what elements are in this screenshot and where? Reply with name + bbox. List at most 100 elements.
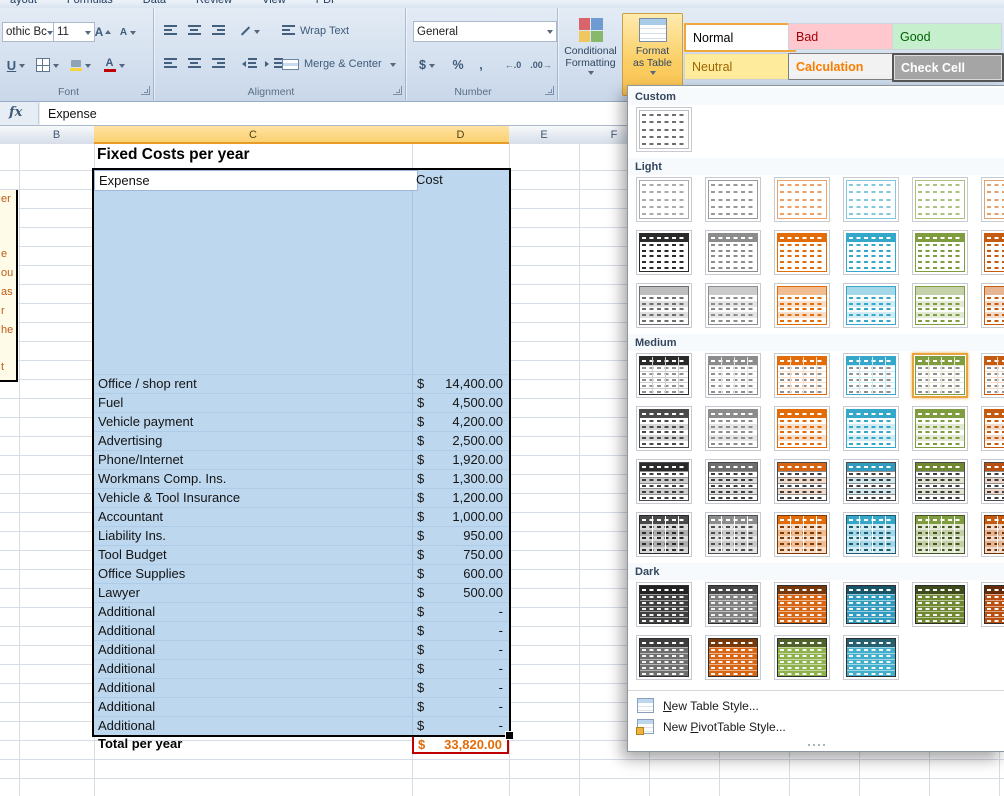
table-style-thumbnail[interactable] (636, 283, 692, 328)
table-style-thumbnail[interactable] (636, 582, 692, 627)
cost-value-cell[interactable]: $500.00 (412, 583, 509, 602)
table-style-thumbnail[interactable] (912, 512, 968, 557)
ribbon-tab[interactable]: Data (143, 0, 166, 8)
expense-label-cell[interactable]: Accountant (98, 507, 163, 526)
column-header-A[interactable] (0, 126, 20, 144)
decrease-decimal-button[interactable]: .00→ (527, 54, 555, 76)
cost-value-cell[interactable]: $4,500.00 (412, 393, 509, 412)
table-style-thumbnail[interactable] (636, 459, 692, 504)
merge-center-button[interactable]: Merge & Center (281, 53, 405, 75)
ribbon-tab[interactable]: Review (196, 0, 232, 8)
cell-style-neutral[interactable]: Neutral (684, 53, 794, 80)
table-style-thumbnail[interactable] (636, 406, 692, 451)
table-style-thumbnail[interactable] (981, 353, 1004, 398)
align-right-button[interactable] (206, 53, 230, 75)
cell-style-bad[interactable]: Bad (788, 23, 898, 50)
cost-value-cell[interactable]: $- (412, 640, 509, 659)
cell-style-good[interactable]: Good (892, 23, 1002, 50)
cost-value-cell[interactable]: $- (412, 678, 509, 697)
format-as-table-button[interactable]: Format as Table (622, 13, 683, 96)
table-style-thumbnail[interactable] (774, 459, 830, 504)
column-header-C[interactable]: C (94, 126, 413, 144)
new-pivottable-style-menu-item[interactable]: New PivotTable Style... (628, 716, 1004, 737)
conditional-formatting-button[interactable]: Conditional Formatting (560, 13, 621, 96)
expense-label-cell[interactable]: Vehicle & Tool Insurance (98, 488, 240, 507)
decrease-indent-button[interactable] (235, 53, 261, 75)
cell-style-calculation[interactable]: Calculation (788, 53, 898, 80)
expense-label-cell[interactable]: Additional (98, 659, 155, 678)
table-style-thumbnail[interactable] (843, 635, 899, 680)
table-style-thumbnail[interactable] (981, 582, 1004, 627)
table-style-thumbnail[interactable] (843, 582, 899, 627)
cost-value-cell[interactable]: $950.00 (412, 526, 509, 545)
table-style-thumbnail[interactable] (705, 512, 761, 557)
font-name-combo[interactable]: othic Bc (2, 22, 57, 42)
table-style-thumbnail[interactable] (981, 177, 1004, 222)
cost-header-cell[interactable]: Cost (416, 170, 443, 189)
cost-value-cell[interactable]: $750.00 (412, 545, 509, 564)
table-style-thumbnail[interactable] (774, 582, 830, 627)
table-style-thumbnail[interactable] (636, 635, 692, 680)
column-header-B[interactable]: B (19, 126, 95, 144)
table-style-thumbnail[interactable] (912, 353, 968, 398)
table-style-thumbnail[interactable] (843, 459, 899, 504)
table-style-thumbnail[interactable] (636, 353, 692, 398)
expense-label-cell[interactable]: Phone/Internet (98, 450, 183, 469)
table-style-thumbnail[interactable] (636, 107, 692, 152)
font-dialog-launcher-icon[interactable] (141, 86, 150, 95)
cost-value-cell[interactable]: $1,000.00 (412, 507, 509, 526)
cost-value-cell[interactable]: $- (412, 621, 509, 640)
table-style-thumbnail[interactable] (843, 353, 899, 398)
sheet-title-cell[interactable]: Fixed Costs per year (97, 146, 249, 164)
table-style-thumbnail[interactable] (912, 177, 968, 222)
ribbon-tab[interactable]: Formulas (67, 0, 113, 8)
table-style-thumbnail[interactable] (705, 177, 761, 222)
total-label-cell[interactable]: Total per year (98, 736, 182, 751)
table-style-thumbnail[interactable] (774, 512, 830, 557)
percent-style-button[interactable]: % (447, 54, 469, 76)
expense-label-cell[interactable]: Liability Ins. (98, 526, 166, 545)
total-value-cell[interactable]: $ 33,820.00 (412, 735, 509, 754)
selection-fill-handle[interactable] (505, 731, 514, 740)
table-style-thumbnail[interactable] (843, 406, 899, 451)
align-bottom-button[interactable] (206, 20, 230, 42)
underline-button[interactable]: U (2, 54, 30, 76)
table-style-thumbnail[interactable] (912, 582, 968, 627)
orientation-button[interactable] (235, 20, 265, 42)
accounting-format-button[interactable]: $ (413, 54, 441, 76)
table-style-thumbnail[interactable] (705, 635, 761, 680)
comma-style-button[interactable]: , (471, 54, 491, 76)
column-header-E[interactable]: E (509, 126, 580, 144)
expense-label-cell[interactable]: Additional (98, 678, 155, 697)
align-left-button[interactable] (158, 53, 182, 75)
cost-value-cell[interactable]: $- (412, 697, 509, 716)
table-style-thumbnail[interactable] (981, 283, 1004, 328)
wrap-text-button[interactable]: Wrap Text (281, 20, 401, 42)
table-style-thumbnail[interactable] (705, 353, 761, 398)
table-style-thumbnail[interactable] (912, 406, 968, 451)
cell-style-normal[interactable]: Normal (684, 23, 796, 52)
decrease-font-size-button[interactable]: A (116, 22, 140, 42)
table-style-thumbnail[interactable] (843, 283, 899, 328)
expense-label-cell[interactable]: Additional (98, 697, 155, 716)
ribbon-tab[interactable]: PDF (316, 0, 338, 8)
new-table-style-menu-item[interactable]: New Table Style... (628, 695, 1004, 716)
fill-color-button[interactable] (64, 54, 96, 76)
table-style-thumbnail[interactable] (843, 177, 899, 222)
cost-value-cell[interactable]: $- (412, 716, 509, 735)
table-style-thumbnail[interactable] (774, 406, 830, 451)
table-style-thumbnail[interactable] (981, 459, 1004, 504)
table-style-thumbnail[interactable] (981, 230, 1004, 275)
ribbon-tab[interactable]: ayout (10, 0, 37, 8)
expense-label-cell[interactable]: Vehicle payment (98, 412, 193, 431)
table-style-thumbnail[interactable] (912, 459, 968, 504)
cost-value-cell[interactable]: $- (412, 659, 509, 678)
cost-value-cell[interactable]: $14,400.00 (412, 374, 509, 393)
table-style-thumbnail[interactable] (912, 283, 968, 328)
cost-value-cell[interactable]: $1,200.00 (412, 488, 509, 507)
gallery-resize-handle[interactable] (628, 739, 1004, 751)
cost-value-cell[interactable]: $1,920.00 (412, 450, 509, 469)
align-top-button[interactable] (158, 20, 182, 42)
cost-value-cell[interactable]: $2,500.00 (412, 431, 509, 450)
table-style-thumbnail[interactable] (981, 512, 1004, 557)
